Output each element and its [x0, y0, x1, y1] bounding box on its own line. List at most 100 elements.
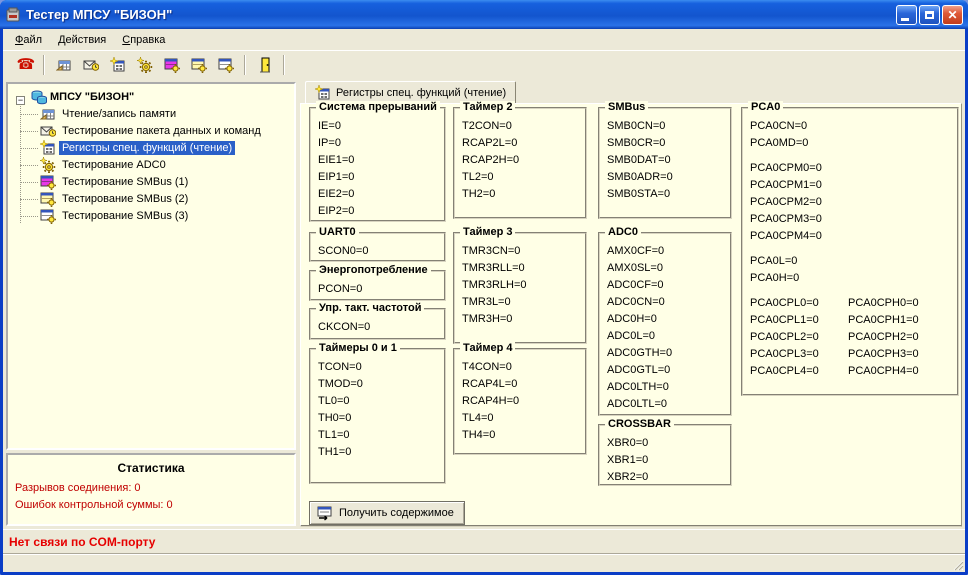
menu-файл[interactable]: Файл — [7, 31, 50, 49]
tree-item-4[interactable]: Тестирование ADC0 — [40, 156, 169, 173]
toolbar-separator — [283, 55, 285, 75]
tree-root-label: МПСУ "БИЗОН" — [47, 90, 137, 104]
sfr-window-icon — [40, 140, 56, 156]
menu-действия[interactable]: Действия — [50, 31, 114, 49]
groupbox-crossbar: CROSSBARXBR0=0XBR1=0XBR2=0 — [598, 424, 732, 486]
register-value: PCA0CPM3=0 — [750, 211, 957, 228]
register-value: TMR3RLH=0 — [462, 277, 585, 294]
exit-button[interactable] — [251, 53, 278, 77]
maximize-button[interactable] — [919, 5, 940, 25]
tree-item-7[interactable]: Тестирование SMBus (3) — [40, 207, 191, 224]
tab-sfr-read[interactable]: Регистры спец. функций (чтение) — [305, 81, 516, 103]
window-title: Тестер МПСУ "БИЗОН" — [26, 7, 894, 22]
register-value: PCA0CPM2=0 — [750, 194, 957, 211]
register-value: EIP1=0 — [318, 169, 444, 186]
close-button[interactable]: ✕ — [942, 5, 963, 25]
register-value: SMB0STA=0 — [607, 186, 730, 203]
register-value: PCA0CPM4=0 — [750, 228, 957, 245]
register-value: SMB0CN=0 — [607, 118, 730, 135]
tree-item-label: Тестирование SMBus (2) — [59, 192, 191, 206]
tree-item-6[interactable]: Тестирование SMBus (2) — [40, 190, 191, 207]
register-value: TH2=0 — [462, 186, 585, 203]
toolbar-separator — [43, 55, 45, 75]
register-value: IP=0 — [318, 135, 444, 152]
smbus3-table-gear-icon — [218, 57, 234, 73]
fetch-contents-button[interactable]: Получить содержимое — [309, 501, 465, 525]
register-value: SCON0=0 — [318, 243, 444, 260]
sfr-read-button[interactable] — [104, 53, 131, 77]
adc0-test-button[interactable] — [131, 53, 158, 77]
register-value: ADC0LTH=0 — [607, 379, 730, 396]
register-value: TL4=0 — [462, 410, 585, 427]
tree-root-item[interactable]: − МПСУ "БИЗОН" — [12, 88, 137, 105]
register-value: AMX0SL=0 — [607, 260, 730, 277]
statistics-title: Статистика — [8, 461, 294, 475]
tree-connector — [20, 114, 38, 115]
com-port-status-text: Нет связи по COM-порту — [9, 535, 155, 549]
groupbox-title: Таймеры 0 и 1 — [316, 342, 400, 354]
packet-test-button[interactable] — [77, 53, 104, 77]
tree-item-5[interactable]: Тестирование SMBus (1) — [40, 173, 191, 190]
register-value: PCA0CPH4=0 — [848, 365, 919, 377]
tree-connector — [20, 182, 38, 183]
title-bar[interactable]: Тестер МПСУ "БИЗОН" ✕ — [0, 0, 968, 29]
tree-connector — [20, 199, 38, 200]
tree-connector — [20, 216, 38, 217]
memory-table-icon — [56, 57, 72, 73]
groupbox-smbus: SMBusSMB0CN=0SMB0CR=0SMB0DAT=0SMB0ADR=0S… — [598, 107, 732, 219]
tree-item-2[interactable]: Тестирование пакета данных и команд — [40, 122, 264, 139]
register-value: PCA0L=0 — [750, 253, 957, 270]
register-value: EIE1=0 — [318, 152, 444, 169]
register-value: TH0=0 — [318, 410, 444, 427]
register-value: IE=0 — [318, 118, 444, 135]
register-value-pair: PCA0CPL0=0PCA0CPH0=0 — [750, 295, 957, 312]
app-window: Тестер МПСУ "БИЗОН" ✕ ФайлДействияСправк… — [0, 0, 968, 575]
tree-item-label: Регистры спец. функций (чтение) — [59, 141, 235, 155]
register-value: RCAP4H=0 — [462, 393, 585, 410]
tree-expander-icon[interactable]: − — [16, 96, 25, 105]
register-value: TMR3H=0 — [462, 311, 585, 328]
smbus3-test-button[interactable] — [212, 53, 239, 77]
register-value: ADC0H=0 — [607, 311, 730, 328]
register-value: PCA0CPH2=0 — [848, 331, 919, 343]
register-value: XBR0=0 — [607, 435, 730, 452]
status-bar: Нет связи по COM-порту — [3, 529, 965, 553]
connect-button[interactable]: ☎ — [11, 53, 38, 77]
register-value: TL2=0 — [462, 169, 585, 186]
tree-item-3[interactable]: Регистры спец. функций (чтение) — [40, 139, 235, 156]
register-value: T2CON=0 — [462, 118, 585, 135]
register-value: PCA0CPL4=0 — [750, 363, 848, 380]
register-value: ADC0CF=0 — [607, 277, 730, 294]
groupbox--0-1: Таймеры 0 и 1TCON=0TMOD=0TL0=0TH0=0TL1=0… — [309, 348, 446, 484]
register-value: PCON=0 — [318, 281, 444, 298]
register-value: PCA0CPL3=0 — [750, 346, 848, 363]
tab-strip: Регистры спец. функций (чтение) — [300, 80, 962, 103]
groupbox--: ЭнергопотреблениеPCON=0 — [309, 270, 446, 301]
test-tree-panel: −МПСУ "БИЗОН"Чтение/запись памятиТестиро… — [6, 82, 296, 450]
smbus2-test-button[interactable] — [185, 53, 212, 77]
smbus1-test-button[interactable] — [158, 53, 185, 77]
register-value: TL1=0 — [318, 427, 444, 444]
stats-line: Разрывов соединения: 0 — [15, 482, 141, 494]
stats-line: Ошибок контрольной суммы: 0 — [15, 499, 173, 511]
status-bar-bottom — [3, 553, 965, 572]
envelope-clock-icon — [40, 123, 56, 139]
register-value: PCA0CPL2=0 — [750, 329, 848, 346]
register-value: PCA0CPH1=0 — [848, 314, 919, 326]
minimize-button[interactable] — [896, 5, 917, 25]
register-value: T4CON=0 — [462, 359, 585, 376]
sfr-window-icon — [110, 57, 126, 73]
register-value: TMR3RLL=0 — [462, 260, 585, 277]
register-value: XBR1=0 — [607, 452, 730, 469]
sfr-page-panel: Регистры спец. функций (чтение) Получить… — [300, 80, 962, 530]
register-value: TCON=0 — [318, 359, 444, 376]
tree-item-1[interactable]: Чтение/запись памяти — [40, 105, 179, 122]
resize-grip[interactable] — [951, 558, 964, 571]
groupbox-uart0: UART0SCON0=0 — [309, 232, 446, 262]
register-value: ADC0LTL=0 — [607, 396, 730, 413]
register-value: TMOD=0 — [318, 376, 444, 393]
menu-справка[interactable]: Справка — [114, 31, 173, 49]
smbus3-table-gear-icon — [40, 208, 56, 224]
memory-rw-button[interactable] — [50, 53, 77, 77]
register-value: RCAP2L=0 — [462, 135, 585, 152]
